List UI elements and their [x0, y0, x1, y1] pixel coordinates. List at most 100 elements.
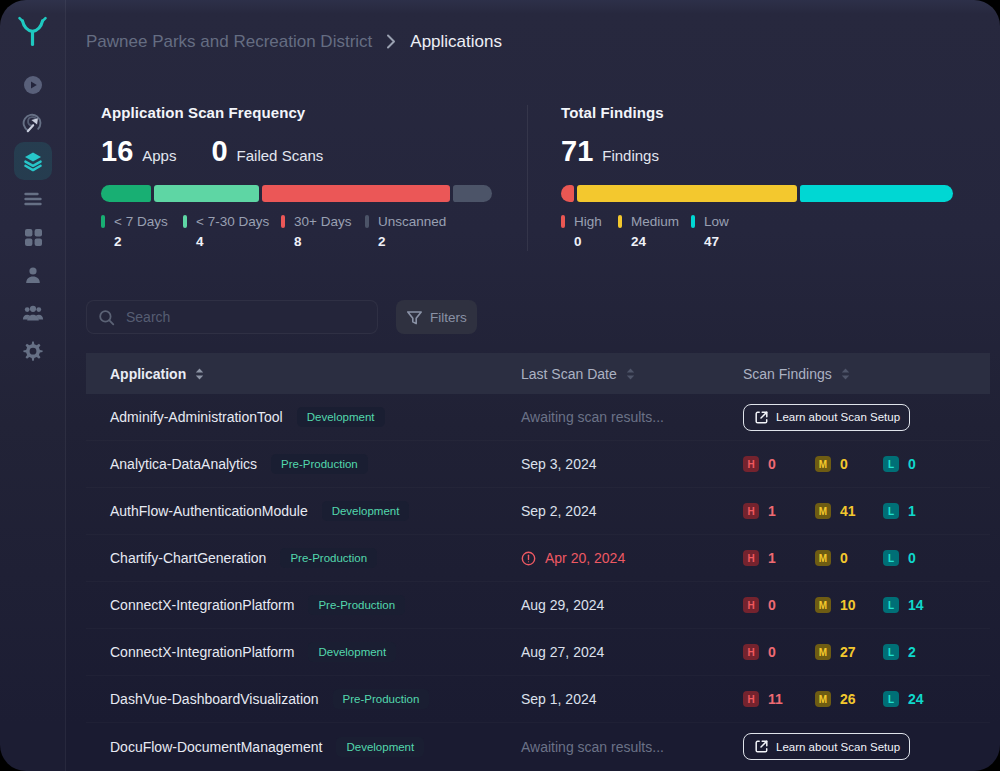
legend-item: Unscanned2: [365, 214, 446, 251]
last-scan-date: Sep 1, 2024: [521, 691, 597, 707]
bar-segment-low: [800, 185, 953, 202]
high-count: 0: [768, 456, 776, 472]
bar-segment-high: [561, 185, 574, 202]
last-scan-date: Sep 3, 2024: [521, 456, 597, 472]
app-name: DocuFlow-DocumentManagement: [110, 739, 322, 755]
list-icon: [22, 188, 44, 210]
table-row[interactable]: Chartify-ChartGenerationPre-ProductionAp…: [86, 535, 990, 582]
search-input[interactable]: [124, 308, 348, 326]
sidebar-item-play[interactable]: [14, 66, 52, 104]
column-application[interactable]: Application: [110, 366, 186, 382]
medium-badge-icon: M: [815, 503, 831, 519]
high-count: 1: [768, 503, 776, 519]
table-header: Application Last Scan Date Scan Findings: [86, 353, 990, 394]
sort-icon-application[interactable]: [195, 368, 204, 380]
legend-count: 0: [574, 234, 618, 251]
high-badge-icon: H: [743, 597, 759, 613]
findings: H11M26L24: [743, 691, 924, 707]
total_findings-stat: 71Findings: [561, 136, 659, 166]
sort-icon-scan-findings[interactable]: [841, 368, 850, 380]
stat-value: 0: [211, 136, 227, 166]
legend-marker: [281, 215, 285, 228]
breadcrumb-current: Applications: [410, 32, 502, 52]
app-name: ConnectX-IntegrationPlatform: [110, 644, 294, 660]
sidebar-item-users[interactable]: [14, 294, 52, 332]
sidebar-item-layers[interactable]: [14, 142, 52, 180]
learn-button-label: Learn about Scan Setup: [776, 741, 900, 753]
overdue-date: Apr 20, 2024: [521, 550, 625, 566]
medium-findings: M26: [815, 691, 883, 707]
low-count: 1: [908, 503, 916, 519]
sort-icon-last-scan-date[interactable]: [626, 368, 635, 380]
legend-item: High0: [561, 214, 618, 251]
app-name: ConnectX-IntegrationPlatform: [110, 597, 294, 613]
app-name: Chartify-ChartGeneration: [110, 550, 266, 566]
findings: H1M 41 L1: [743, 503, 916, 519]
legend-count: 47: [704, 234, 729, 251]
sidebar-item-gear[interactable]: [14, 332, 52, 370]
sidebar-item-list[interactable]: [14, 180, 52, 218]
search-box[interactable]: [86, 300, 378, 334]
table-row[interactable]: ConnectX-IntegrationPlatformDevelopmentA…: [86, 629, 990, 676]
low-findings: L1: [883, 503, 916, 519]
high-findings: H0: [743, 456, 815, 472]
stat-label: Apps: [142, 147, 176, 164]
findings: H0M0L0: [743, 456, 916, 472]
table-row[interactable]: ConnectX-IntegrationPlatformPre-Producti…: [86, 582, 990, 629]
medium-badge-icon: M: [815, 644, 831, 660]
summary-cards: Application Scan Frequency 16Apps0Failed…: [86, 105, 990, 251]
last-scan-date: Apr 20, 2024: [545, 550, 625, 566]
high-badge-icon: H: [743, 691, 759, 707]
medium-count: 26: [840, 691, 856, 707]
learn-scan-setup-button[interactable]: Learn about Scan Setup: [743, 733, 910, 760]
radar-arrow-icon: [22, 112, 44, 134]
table-row[interactable]: DocuFlow-DocumentManagementDevelopmentAw…: [86, 723, 990, 770]
layers-icon: [22, 150, 44, 172]
high-count: 0: [768, 644, 776, 660]
legend-marker: [101, 215, 105, 228]
legend-item: 30+ Days8: [281, 214, 365, 251]
filters-button[interactable]: Filters: [396, 300, 477, 334]
users-icon: [22, 302, 44, 324]
env-badge: Development: [297, 407, 385, 427]
user-icon: [22, 264, 44, 286]
table-row[interactable]: Analytica-DataAnalyticsPre-ProductionSep…: [86, 441, 990, 488]
applications-table: Application Last Scan Date Scan Findings: [86, 353, 990, 770]
legend-marker: [561, 215, 565, 228]
learn-scan-setup-button[interactable]: Learn about Scan Setup: [743, 404, 910, 431]
scan-frequency-legend: < 7 Days2< 7-30 Days430+ Days8Unscanned2: [101, 214, 527, 251]
sidebar-item-radar-arrow[interactable]: [14, 104, 52, 142]
low-badge-icon: L: [883, 550, 899, 566]
legend-count: 8: [294, 234, 365, 251]
sidebar-item-grid[interactable]: [14, 218, 52, 256]
toolbar: Filters: [86, 300, 990, 334]
stat-label: Failed Scans: [237, 147, 324, 164]
sidebar-item-user[interactable]: [14, 256, 52, 294]
findings: H0M10L14: [743, 597, 924, 613]
medium-count: 41: [840, 503, 856, 519]
high-badge-icon: H: [743, 456, 759, 472]
breadcrumb-parent[interactable]: Pawnee Parks and Recreation District: [86, 32, 372, 52]
column-scan-findings[interactable]: Scan Findings: [743, 366, 832, 382]
total-findings-legend: High0Medium24Low47: [561, 214, 953, 251]
legend-label: Low: [704, 214, 729, 229]
low-badge-icon: L: [883, 456, 899, 472]
table-row[interactable]: DashVue-DashboardVisualizationPre-Produc…: [86, 676, 990, 723]
low-findings: L24: [883, 691, 924, 707]
column-last-scan-date[interactable]: Last Scan Date: [521, 366, 617, 382]
low-findings: L14: [883, 597, 924, 613]
high-findings: H1: [743, 503, 815, 519]
high-badge-icon: H: [743, 550, 759, 566]
breadcrumb: Pawnee Parks and Recreation District App…: [86, 31, 990, 52]
table-row[interactable]: AuthFlow-AuthenticationModuleDevelopment…: [86, 488, 990, 535]
external-link-icon: [753, 409, 770, 426]
last-scan-date: Aug 27, 2024: [521, 644, 604, 660]
scan-frequency-bar: [101, 185, 493, 202]
scan-frequency-card: Application Scan Frequency 16Apps0Failed…: [86, 105, 528, 251]
last-scan-date: Awaiting scan results...: [521, 739, 664, 755]
total-findings-stats: 71Findings: [561, 136, 953, 166]
table-row[interactable]: Adminify-AdministrationToolDevelopmentAw…: [86, 394, 990, 441]
scan_frequency-stat: 0 Failed Scans: [211, 136, 323, 166]
low-findings: L2: [883, 644, 916, 660]
legend-count: 2: [378, 234, 446, 251]
